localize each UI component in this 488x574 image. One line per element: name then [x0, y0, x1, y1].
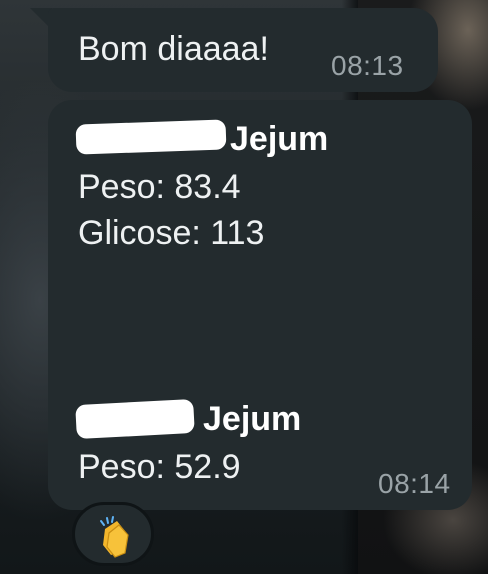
entry-label: Jejum [230, 120, 329, 158]
reaction-badge[interactable] [72, 502, 154, 566]
entry-line: Glicose: 113 [78, 214, 265, 252]
entry-label: Jejum [203, 400, 302, 438]
clapping-hands-icon [100, 516, 129, 558]
redacted-name [75, 119, 227, 155]
redacted-name [75, 398, 195, 440]
message-timestamp: 08:14 [378, 468, 451, 499]
entry-line: Peso: 52.9 [78, 448, 241, 486]
entry-line: Peso: 83.4 [78, 168, 241, 206]
message-bubble[interactable]: Bom diaaaa! 08:13 [48, 8, 438, 92]
message-timestamp: 08:13 [331, 50, 404, 81]
message-bubble[interactable]: Jejum Peso: 83.4 Glicose: 113 Jejum Peso… [48, 100, 472, 510]
message-text: Bom diaaaa! [78, 30, 269, 68]
